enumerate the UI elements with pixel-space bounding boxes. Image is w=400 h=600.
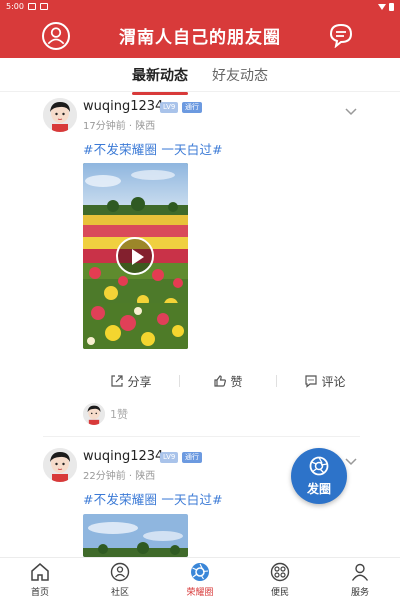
comment-icon — [305, 375, 318, 388]
messages-button[interactable] — [328, 22, 354, 49]
post-hashtags[interactable]: #不发荣耀圈 一天白过# — [83, 139, 223, 158]
bottom-nav: 首页 社区 荣耀圈 便民 服务 — [0, 557, 400, 600]
nav-label: 社区 — [110, 587, 129, 598]
post-create-button[interactable]: 发圈 — [291, 448, 347, 504]
post-divider — [43, 436, 360, 437]
post-username[interactable]: wuqing1234 — [83, 449, 163, 464]
honor-circle-icon — [191, 562, 209, 581]
service-icon — [351, 563, 369, 581]
post-video[interactable] — [83, 163, 188, 349]
app-header: 渭南人自己的朋友圈 — [0, 13, 400, 58]
message-icon — [329, 23, 353, 49]
like-button[interactable]: 赞 — [180, 373, 276, 390]
post-meta: 17分钟前 · 陕西 — [83, 121, 156, 132]
convenience-icon — [270, 562, 290, 581]
post-meta: 22分钟前 · 陕西 — [83, 471, 156, 482]
level-badge: LV9 — [160, 452, 179, 463]
share-icon — [111, 375, 124, 387]
status-time: 5:00 — [6, 2, 24, 11]
comment-label: 评论 — [321, 374, 346, 389]
status-badge: 通行 — [182, 452, 202, 463]
post-time: 17分钟前 — [83, 121, 126, 132]
avatar-image — [43, 448, 77, 482]
nav-label: 首页 — [30, 587, 49, 598]
tab-latest[interactable]: 最新动态 — [132, 61, 188, 95]
chevron-down-icon[interactable] — [344, 106, 358, 116]
avatar[interactable] — [43, 448, 77, 482]
nav-label: 荣耀圈 — [186, 587, 214, 598]
post-actions: 分享 赞 评论 — [83, 370, 373, 392]
status-badge: 通行 — [182, 102, 202, 113]
fab-label: 发圈 — [306, 482, 331, 496]
home-icon — [31, 562, 49, 581]
post-time: 22分钟前 — [83, 471, 126, 482]
notification-icon — [39, 3, 48, 10]
battery-icon — [389, 2, 394, 11]
page-title: 渭南人自己的朋友圈 — [119, 28, 281, 48]
avatar[interactable] — [43, 98, 77, 132]
profile-button[interactable] — [42, 22, 70, 50]
share-button[interactable]: 分享 — [83, 373, 179, 390]
likes-count: 1赞 — [110, 408, 128, 421]
nav-item-honor-circle[interactable]: 荣耀圈 — [160, 558, 240, 600]
share-label: 分享 — [127, 374, 152, 389]
feed-tabs: 最新动态 好友动态 — [0, 58, 400, 95]
status-bar: 5:00 — [0, 0, 400, 13]
chevron-down-icon[interactable] — [344, 456, 358, 466]
post-hashtags[interactable]: #不发荣耀圈 一天白过# — [83, 489, 223, 508]
nav-item-service[interactable]: 服务 — [320, 558, 400, 600]
wifi-icon — [378, 3, 386, 10]
post-username[interactable]: wuqing1234 — [83, 99, 163, 114]
nav-label: 便民 — [270, 587, 289, 598]
community-icon — [110, 562, 130, 581]
level-badge: LV9 — [160, 102, 179, 113]
comment-button[interactable]: 评论 — [277, 373, 373, 390]
post-location: 陕西 — [135, 471, 156, 482]
sky-image — [83, 514, 188, 557]
nav-item-home[interactable]: 首页 — [0, 558, 80, 600]
feed-post: wuqing1234 LV9 通行 17分钟前 · 陕西 #不发荣耀圈 一天白过… — [0, 92, 400, 437]
notification-icon — [27, 3, 36, 10]
avatar-image — [83, 403, 105, 425]
play-button[interactable] — [116, 237, 154, 275]
nav-label: 服务 — [350, 587, 369, 598]
camera-shutter-icon — [309, 456, 329, 476]
user-icon — [47, 27, 65, 45]
post-location: 陕西 — [135, 121, 156, 132]
nav-item-community[interactable]: 社区 — [80, 558, 160, 600]
tab-friends[interactable]: 好友动态 — [212, 61, 268, 89]
liker-avatar[interactable] — [83, 403, 105, 425]
likes-row: 1赞 — [83, 403, 128, 425]
like-label: 赞 — [230, 374, 243, 389]
thumbs-up-icon — [214, 375, 227, 387]
post-video[interactable] — [83, 514, 188, 557]
avatar-image — [43, 98, 77, 132]
nav-item-convenience[interactable]: 便民 — [240, 558, 320, 600]
